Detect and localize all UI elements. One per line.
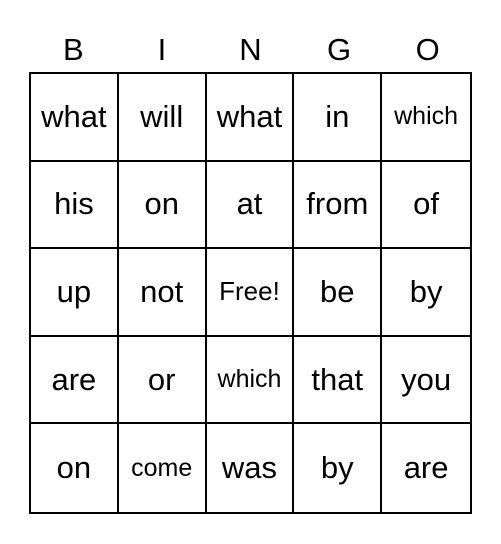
bingo-cell[interactable]: by [382, 249, 470, 337]
bingo-cell[interactable]: you [382, 337, 470, 425]
bingo-cell[interactable]: his [31, 161, 119, 250]
bingo-cell[interactable]: was [207, 424, 295, 512]
bingo-cell[interactable]: which [206, 336, 295, 425]
bingo-cell[interactable]: from [294, 161, 383, 250]
bingo-cell[interactable]: in [294, 74, 383, 162]
bingo-cell[interactable]: up [31, 249, 119, 337]
bingo-board: what will what in which his on at from o… [29, 72, 472, 514]
bingo-cell[interactable]: of [382, 162, 470, 250]
bingo-cell[interactable]: not [118, 249, 207, 337]
bingo-cell[interactable]: what [206, 74, 295, 162]
bingo-cell[interactable]: which [382, 74, 470, 162]
header-letter-o: O [415, 32, 440, 67]
bingo-cell[interactable]: at [206, 161, 295, 250]
header-letter-g: G [327, 32, 352, 67]
header-letter-n: N [239, 32, 262, 67]
bingo-cell[interactable]: on [118, 161, 207, 250]
bingo-cell[interactable]: what [31, 74, 119, 162]
bingo-cell[interactable]: are [31, 336, 119, 425]
bingo-header: B I N G O [29, 28, 472, 72]
bingo-cell[interactable]: come [119, 424, 207, 512]
bingo-cell[interactable]: will [118, 74, 207, 162]
bingo-cell[interactable]: by [294, 424, 383, 512]
bingo-cell[interactable]: on [31, 424, 119, 512]
header-letter-i: I [157, 32, 167, 67]
bingo-cell[interactable]: or [118, 336, 207, 425]
header-letter-b: B [62, 32, 84, 67]
free-space-cell[interactable]: Free! [206, 249, 295, 337]
bingo-cell[interactable]: that [294, 336, 383, 425]
bingo-cell[interactable]: be [294, 249, 383, 337]
bingo-cell[interactable]: are [382, 424, 470, 512]
